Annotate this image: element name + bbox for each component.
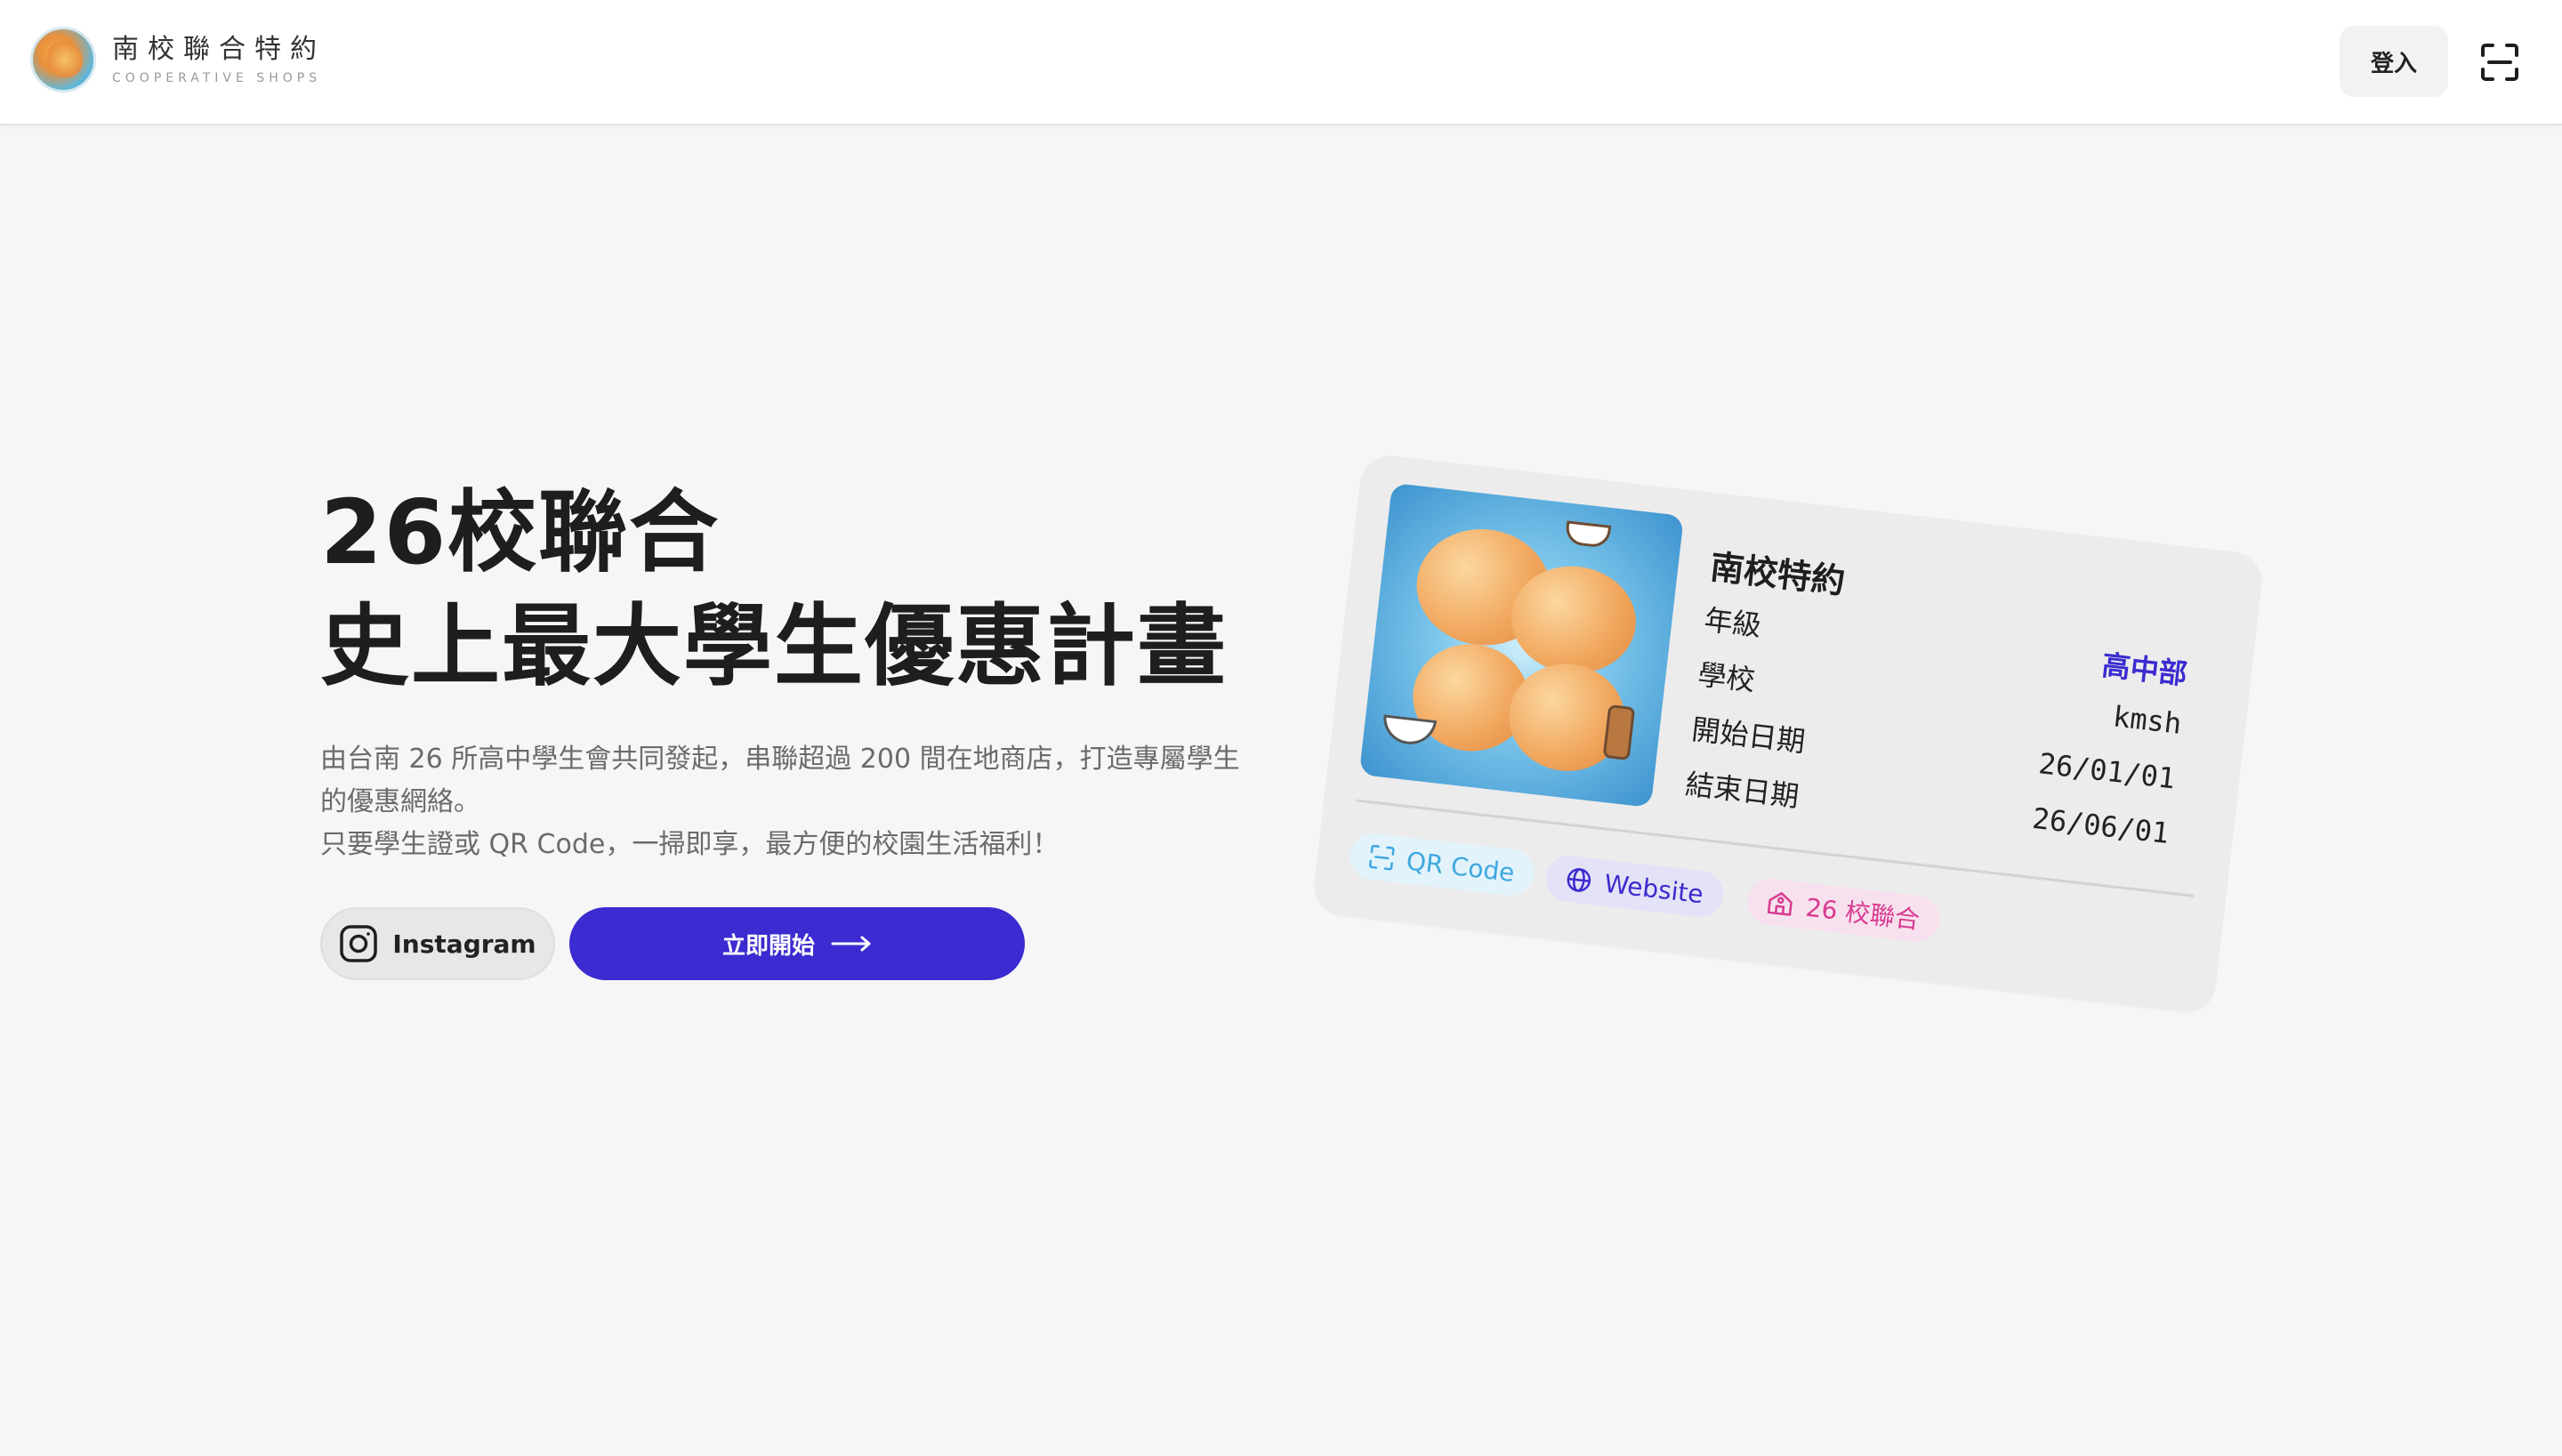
- login-button[interactable]: 登入: [2340, 26, 2448, 97]
- instagram-label: Instagram: [392, 929, 536, 959]
- card-label-school: 學校: [1696, 657, 1757, 698]
- card-label-start-date: 開始日期: [1689, 712, 1808, 760]
- chip-qr-code[interactable]: QR Code: [1347, 831, 1537, 898]
- school-icon: [1767, 892, 1793, 916]
- artwork-teacup: [1564, 520, 1612, 549]
- globe-icon: [1567, 868, 1591, 892]
- instagram-button[interactable]: Instagram: [320, 907, 555, 980]
- membership-card-preview: 南校特約 年級 高中部 學校 kmsh 開始日期 26/01/01 結束日期 2…: [1310, 452, 2266, 1016]
- hero-actions: Instagram 立即開始: [320, 907, 1025, 980]
- card-value-start-date: 26/01/01: [2036, 746, 2178, 796]
- brand-title: 南校聯合特約: [112, 34, 326, 65]
- chip-26-schools[interactable]: 26 校聯合: [1744, 876, 1942, 945]
- hero-headline: 26校聯合 史上最大學生優惠計畫: [320, 476, 1228, 704]
- chip-website[interactable]: Website: [1543, 853, 1726, 920]
- headline-line-1: 26校聯合: [320, 480, 721, 584]
- brand-subtitle: COOPERATIVE SHOPS: [112, 71, 322, 85]
- scan-button[interactable]: [2475, 37, 2525, 87]
- chip-qr-label: QR Code: [1405, 845, 1517, 888]
- top-nav-bar: 南校聯合特約 COOPERATIVE SHOPS 登入: [0, 0, 2562, 125]
- instagram-icon: [340, 925, 378, 962]
- start-label: 立即開始: [721, 932, 815, 960]
- arrow-right-icon: [831, 936, 871, 952]
- description-line-1: 由台南 26 所高中學生會共同發起，串聯超過 200 間在地商店，打造專屬學生的…: [320, 744, 1240, 817]
- artwork-bowl: [1381, 714, 1438, 748]
- hero-description: 由台南 26 所高中學生會共同發起，串聯超過 200 間在地商店，打造專屬學生的…: [320, 738, 1245, 866]
- artwork-drink: [1602, 704, 1636, 760]
- description-line-2: 只要學生證或 QR Code，一掃即享，最方便的校園生活福利！: [320, 829, 1059, 860]
- scan-icon: [2481, 44, 2518, 81]
- card-artwork: [1358, 482, 1684, 808]
- headline-line-2: 史上最大學生優惠計畫: [320, 594, 1228, 698]
- brand[interactable]: 南校聯合特約 COOPERATIVE SHOPS: [30, 27, 326, 93]
- card-value-school: kmsh: [2111, 699, 2184, 741]
- qr-scan-icon: [1369, 844, 1395, 871]
- chip-26-label: 26 校聯合: [1804, 892, 1922, 935]
- brand-logo: [30, 27, 96, 93]
- start-button[interactable]: 立即開始: [569, 907, 1025, 980]
- card-value-grade: 高中部: [2099, 648, 2189, 692]
- brand-text: 南校聯合特約 COOPERATIVE SHOPS: [112, 34, 326, 85]
- card-label-end-date: 結束日期: [1683, 767, 1801, 814]
- card-title: 南校特約: [1708, 547, 1848, 601]
- chip-website-label: Website: [1602, 868, 1705, 909]
- card-label-grade: 年級: [1702, 602, 1763, 643]
- card-value-end-date: 26/06/01: [2030, 800, 2171, 851]
